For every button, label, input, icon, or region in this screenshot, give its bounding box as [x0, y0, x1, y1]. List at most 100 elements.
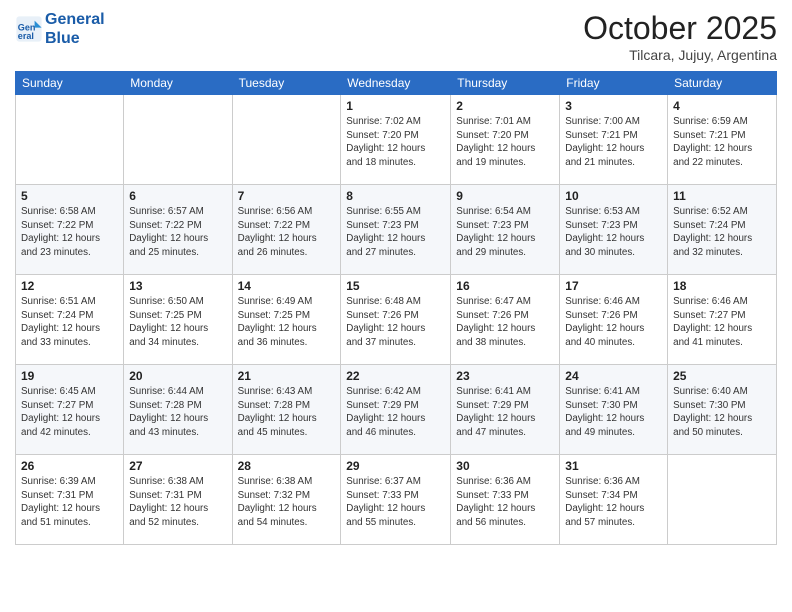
day-info: Sunrise: 6:41 AM Sunset: 7:29 PM Dayligh… — [456, 385, 554, 440]
day-number: 4 — [673, 99, 771, 113]
day-info: Sunrise: 6:51 AM Sunset: 7:24 PM Dayligh… — [21, 295, 118, 350]
day-number: 22 — [346, 369, 445, 383]
day-info: Sunrise: 7:00 AM Sunset: 7:21 PM Dayligh… — [565, 115, 662, 170]
logo-text-1: General — [45, 10, 105, 29]
calendar-header-monday: Monday — [124, 72, 232, 95]
calendar-cell: 11 Sunrise: 6:52 AM Sunset: 7:24 PM Dayli… — [668, 185, 777, 275]
header: Gen eral General Blue October 2025 Tilca… — [15, 10, 777, 63]
calendar-cell: 23Sunrise: 6:41 AM Sunset: 7:29 PM Dayli… — [451, 365, 560, 455]
calendar-cell: 19 Sunrise: 6:45 AM Sunset: 7:27 PM Dayli… — [16, 365, 124, 455]
calendar-week-row: 1 Sunrise: 7:02 AM Sunset: 7:20 PM Daylig… — [16, 95, 777, 185]
calendar-cell — [232, 95, 341, 185]
day-info: Sunrise: 7:02 AM Sunset: 7:20 PM Dayligh… — [346, 115, 445, 170]
calendar-cell: 20 Sunrise: 6:44 AM Sunset: 7:28 PM Dayli… — [124, 365, 232, 455]
calendar-week-row: 5Sunrise: 6:58 AM Sunset: 7:22 PM Daylig… — [16, 185, 777, 275]
day-info: Sunrise: 6:45 AM Sunset: 7:27 PM Dayligh… — [21, 385, 118, 440]
day-number: 7 — [238, 189, 336, 203]
calendar-cell: 8 Sunrise: 6:55 AM Sunset: 7:23 PM Daylig… — [341, 185, 451, 275]
day-number: 2 — [456, 99, 554, 113]
calendar-table: SundayMondayTuesdayWednesdayThursdayFrid… — [15, 71, 777, 545]
calendar-cell — [668, 455, 777, 545]
calendar-cell: 4 Sunrise: 6:59 AM Sunset: 7:21 PM Daylig… — [668, 95, 777, 185]
calendar-header-thursday: Thursday — [451, 72, 560, 95]
day-info: Sunrise: 6:59 AM Sunset: 7:21 PM Dayligh… — [673, 115, 771, 170]
day-number: 25 — [673, 369, 771, 383]
day-info: Sunrise: 6:47 AM Sunset: 7:26 PM Dayligh… — [456, 295, 554, 350]
day-number: 20 — [129, 369, 226, 383]
day-info: Sunrise: 6:48 AM Sunset: 7:26 PM Dayligh… — [346, 295, 445, 350]
day-number: 29 — [346, 459, 445, 473]
day-number: 28 — [238, 459, 336, 473]
day-info: Sunrise: 6:46 AM Sunset: 7:27 PM Dayligh… — [673, 295, 771, 350]
calendar-cell: 18Sunrise: 6:46 AM Sunset: 7:27 PM Dayli… — [668, 275, 777, 365]
day-info: Sunrise: 6:58 AM Sunset: 7:22 PM Dayligh… — [21, 205, 118, 260]
title-block: October 2025 Tilcara, Jujuy, Argentina — [583, 10, 777, 63]
calendar-header-sunday: Sunday — [16, 72, 124, 95]
calendar-cell: 9 Sunrise: 6:54 AM Sunset: 7:23 PM Daylig… — [451, 185, 560, 275]
calendar-cell: 5Sunrise: 6:58 AM Sunset: 7:22 PM Daylig… — [16, 185, 124, 275]
calendar-cell: 27 Sunrise: 6:38 AM Sunset: 7:31 PM Dayli… — [124, 455, 232, 545]
day-number: 9 — [456, 189, 554, 203]
calendar-header-row: SundayMondayTuesdayWednesdayThursdayFrid… — [16, 72, 777, 95]
calendar-week-row: 26 Sunrise: 6:39 AM Sunset: 7:31 PM Dayli… — [16, 455, 777, 545]
calendar-header-saturday: Saturday — [668, 72, 777, 95]
day-number: 6 — [129, 189, 226, 203]
day-info: Sunrise: 6:41 AM Sunset: 7:30 PM Dayligh… — [565, 385, 662, 440]
calendar-cell: 7 Sunrise: 6:56 AM Sunset: 7:22 PM Daylig… — [232, 185, 341, 275]
day-number: 1 — [346, 99, 445, 113]
day-info: Sunrise: 6:36 AM Sunset: 7:34 PM Dayligh… — [565, 475, 662, 530]
day-number: 21 — [238, 369, 336, 383]
calendar-cell: 1 Sunrise: 7:02 AM Sunset: 7:20 PM Daylig… — [341, 95, 451, 185]
day-info: Sunrise: 6:57 AM Sunset: 7:22 PM Dayligh… — [129, 205, 226, 260]
day-number: 8 — [346, 189, 445, 203]
logo-text-2: Blue — [45, 29, 105, 48]
day-number: 3 — [565, 99, 662, 113]
calendar-cell: 3 Sunrise: 7:00 AM Sunset: 7:21 PM Daylig… — [560, 95, 668, 185]
page: Gen eral General Blue October 2025 Tilca… — [0, 0, 792, 612]
month-title: October 2025 — [583, 10, 777, 47]
day-info: Sunrise: 6:54 AM Sunset: 7:23 PM Dayligh… — [456, 205, 554, 260]
calendar-week-row: 19 Sunrise: 6:45 AM Sunset: 7:27 PM Dayli… — [16, 365, 777, 455]
calendar-cell — [124, 95, 232, 185]
calendar-header-tuesday: Tuesday — [232, 72, 341, 95]
calendar-week-row: 12Sunrise: 6:51 AM Sunset: 7:24 PM Dayli… — [16, 275, 777, 365]
calendar-cell: 17 Sunrise: 6:46 AM Sunset: 7:26 PM Dayli… — [560, 275, 668, 365]
location: Tilcara, Jujuy, Argentina — [583, 47, 777, 63]
day-info: Sunrise: 6:38 AM Sunset: 7:32 PM Dayligh… — [238, 475, 336, 530]
day-number: 17 — [565, 279, 662, 293]
day-info: Sunrise: 6:55 AM Sunset: 7:23 PM Dayligh… — [346, 205, 445, 260]
calendar-cell: 31Sunrise: 6:36 AM Sunset: 7:34 PM Dayli… — [560, 455, 668, 545]
day-info: Sunrise: 6:52 AM Sunset: 7:24 PM Dayligh… — [673, 205, 771, 260]
logo-icon: Gen eral — [15, 15, 43, 43]
day-number: 15 — [346, 279, 445, 293]
calendar-header-friday: Friday — [560, 72, 668, 95]
calendar-cell: 2Sunrise: 7:01 AM Sunset: 7:20 PM Daylig… — [451, 95, 560, 185]
day-info: Sunrise: 6:38 AM Sunset: 7:31 PM Dayligh… — [129, 475, 226, 530]
day-info: Sunrise: 6:36 AM Sunset: 7:33 PM Dayligh… — [456, 475, 554, 530]
calendar-cell: 16Sunrise: 6:47 AM Sunset: 7:26 PM Dayli… — [451, 275, 560, 365]
day-info: Sunrise: 6:44 AM Sunset: 7:28 PM Dayligh… — [129, 385, 226, 440]
calendar-cell: 21 Sunrise: 6:43 AM Sunset: 7:28 PM Dayli… — [232, 365, 341, 455]
day-info: Sunrise: 6:37 AM Sunset: 7:33 PM Dayligh… — [346, 475, 445, 530]
day-number: 11 — [673, 189, 771, 203]
day-number: 27 — [129, 459, 226, 473]
calendar-cell: 6 Sunrise: 6:57 AM Sunset: 7:22 PM Daylig… — [124, 185, 232, 275]
day-number: 30 — [456, 459, 554, 473]
calendar-cell: 30 Sunrise: 6:36 AM Sunset: 7:33 PM Dayli… — [451, 455, 560, 545]
calendar-cell — [16, 95, 124, 185]
day-number: 26 — [21, 459, 118, 473]
calendar-cell: 22Sunrise: 6:42 AM Sunset: 7:29 PM Dayli… — [341, 365, 451, 455]
day-info: Sunrise: 6:53 AM Sunset: 7:23 PM Dayligh… — [565, 205, 662, 260]
day-number: 19 — [21, 369, 118, 383]
calendar-cell: 26 Sunrise: 6:39 AM Sunset: 7:31 PM Dayli… — [16, 455, 124, 545]
day-info: Sunrise: 6:49 AM Sunset: 7:25 PM Dayligh… — [238, 295, 336, 350]
calendar-cell: 13Sunrise: 6:50 AM Sunset: 7:25 PM Dayli… — [124, 275, 232, 365]
day-info: Sunrise: 6:43 AM Sunset: 7:28 PM Dayligh… — [238, 385, 336, 440]
calendar-cell: 12Sunrise: 6:51 AM Sunset: 7:24 PM Dayli… — [16, 275, 124, 365]
logo: Gen eral General Blue — [15, 10, 105, 48]
calendar-cell: 29 Sunrise: 6:37 AM Sunset: 7:33 PM Dayli… — [341, 455, 451, 545]
calendar-cell: 28 Sunrise: 6:38 AM Sunset: 7:32 PM Dayli… — [232, 455, 341, 545]
day-info: Sunrise: 6:39 AM Sunset: 7:31 PM Dayligh… — [21, 475, 118, 530]
day-info: Sunrise: 6:56 AM Sunset: 7:22 PM Dayligh… — [238, 205, 336, 260]
day-info: Sunrise: 6:46 AM Sunset: 7:26 PM Dayligh… — [565, 295, 662, 350]
